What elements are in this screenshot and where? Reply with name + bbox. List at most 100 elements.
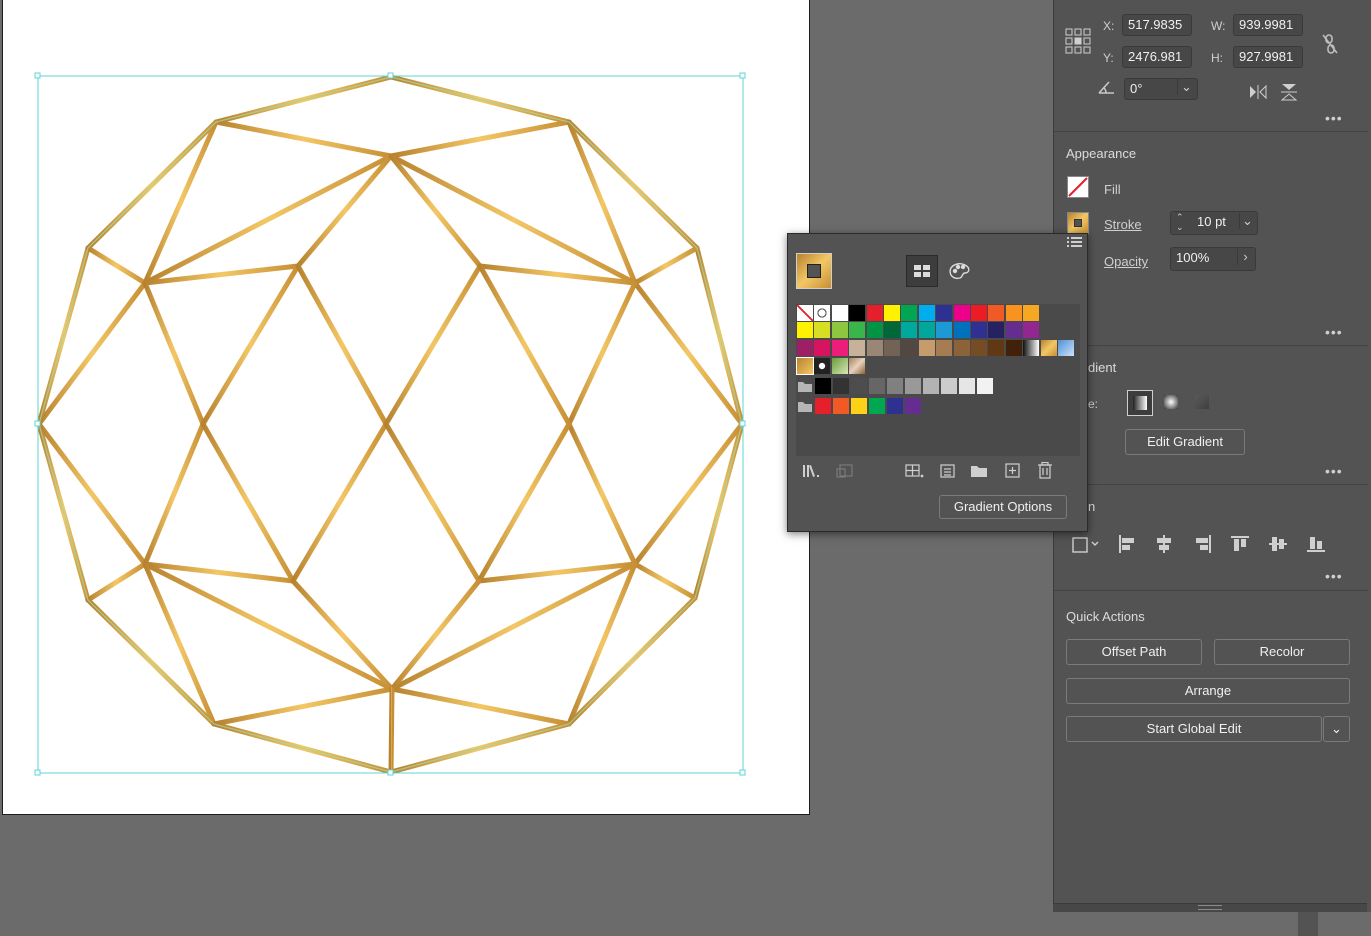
swatch[interactable]: [953, 305, 970, 321]
stroke-weight-field[interactable]: ⌃ ⌄ 10 pt ⌄: [1170, 211, 1258, 235]
align-center-icon[interactable]: [1153, 533, 1175, 555]
swatch[interactable]: [1005, 322, 1022, 338]
swatch[interactable]: [901, 322, 918, 338]
artwork-stroke[interactable]: [632, 245, 700, 286]
opacity-field[interactable]: 100% ›: [1170, 247, 1256, 271]
align-middle-icon[interactable]: [1267, 533, 1289, 555]
swatch[interactable]: [971, 340, 987, 356]
artwork-stroke[interactable]: [566, 421, 638, 567]
swatch[interactable]: [1005, 340, 1022, 356]
swatch[interactable]: [887, 398, 903, 414]
stroke-swatch-icon[interactable]: [1067, 212, 1089, 234]
swatch[interactable]: [1005, 305, 1022, 321]
opacity-label[interactable]: Opacity: [1104, 254, 1148, 269]
folder-icon[interactable]: [797, 378, 813, 394]
linear-gradient-icon[interactable]: [1127, 390, 1153, 416]
swatch[interactable]: [936, 305, 953, 321]
swatches-view-icon[interactable]: [906, 255, 938, 287]
geodesic-sphere-artwork[interactable]: [3, 0, 811, 816]
swatch[interactable]: [833, 398, 849, 414]
swatch[interactable]: [953, 340, 970, 356]
artwork-stroke[interactable]: [142, 280, 206, 427]
swatch[interactable]: [866, 305, 883, 321]
artwork-stroke[interactable]: [388, 153, 483, 269]
swatch[interactable]: [959, 378, 975, 394]
delete-icon[interactable]: [1037, 461, 1053, 482]
swatch[interactable]: [869, 378, 885, 394]
swatch[interactable]: [851, 398, 867, 414]
swatch[interactable]: [815, 378, 831, 394]
artwork-stroke[interactable]: [142, 119, 219, 286]
artwork-stroke[interactable]: [142, 421, 206, 567]
stepper-icon[interactable]: ⌃ ⌄: [1176, 212, 1184, 232]
artwork-stroke[interactable]: [295, 153, 394, 269]
edit-gradient-button[interactable]: Edit Gradient: [1125, 429, 1245, 455]
swatch[interactable]: [884, 322, 900, 338]
artwork-stroke[interactable]: [566, 561, 638, 727]
swatch[interactable]: [831, 358, 848, 374]
swatch[interactable]: [918, 305, 935, 321]
swatch[interactable]: [971, 322, 987, 338]
swatch[interactable]: [918, 322, 935, 338]
swatch[interactable]: [1023, 305, 1040, 321]
swatch[interactable]: [831, 322, 848, 338]
swatch-library-icon[interactable]: [802, 463, 822, 482]
rotate-angle-dropdown[interactable]: 0° ⌄: [1124, 78, 1198, 100]
global-edit-options-button[interactable]: ⌄: [1323, 716, 1350, 742]
show-kinds-icon[interactable]: [905, 463, 925, 482]
swatch[interactable]: [971, 305, 987, 321]
align-right-icon[interactable]: [1192, 533, 1214, 555]
swatch[interactable]: [797, 305, 813, 321]
swatch[interactable]: [869, 398, 885, 414]
swatch[interactable]: [797, 340, 813, 356]
artwork-stroke[interactable]: [200, 263, 301, 427]
swatch[interactable]: [797, 322, 813, 338]
artwork-stroke[interactable]: [632, 421, 745, 567]
align-bottom-icon[interactable]: [1305, 533, 1327, 555]
artwork-stroke[interactable]: [477, 263, 572, 427]
radial-gradient-icon[interactable]: [1159, 390, 1185, 416]
appearance-more-options-icon[interactable]: •••: [1325, 324, 1343, 340]
swatch[interactable]: [866, 340, 883, 356]
artwork-stroke[interactable]: [566, 280, 638, 427]
swatch[interactable]: [1023, 340, 1040, 356]
artwork-stroke[interactable]: [36, 421, 148, 567]
swatch[interactable]: [833, 378, 849, 394]
swatch[interactable]: [851, 378, 867, 394]
swatch[interactable]: [936, 340, 953, 356]
flip-vertical-icon[interactable]: [1280, 82, 1298, 102]
align-top-icon[interactable]: [1229, 533, 1251, 555]
freeform-gradient-icon[interactable]: [1190, 390, 1216, 416]
x-field[interactable]: 517.9835: [1122, 14, 1192, 36]
swatch[interactable]: [849, 305, 866, 321]
swatch[interactable]: [849, 340, 866, 356]
swatch[interactable]: [1040, 340, 1057, 356]
place-swatch-icon[interactable]: [836, 463, 854, 482]
swatch[interactable]: [814, 358, 831, 374]
y-field[interactable]: 2476.981: [1122, 46, 1192, 68]
align-more-options-icon[interactable]: •••: [1325, 568, 1343, 584]
align-left-icon[interactable]: [1116, 533, 1138, 555]
gradient-more-options-icon[interactable]: •••: [1325, 463, 1343, 479]
panel-resize-grip[interactable]: [1198, 905, 1222, 910]
swatch[interactable]: [923, 378, 939, 394]
swatch[interactable]: [814, 340, 831, 356]
swatch[interactable]: [831, 305, 848, 321]
reference-point-icon[interactable]: [1065, 28, 1091, 54]
swatch[interactable]: [796, 357, 814, 375]
align-to-icon[interactable]: [1069, 534, 1101, 556]
offset-path-button[interactable]: Offset Path: [1066, 639, 1202, 665]
swatch[interactable]: [941, 378, 957, 394]
swatch[interactable]: [901, 340, 918, 356]
stroke-label[interactable]: Stroke: [1104, 217, 1142, 232]
height-field[interactable]: 927.9981: [1233, 46, 1303, 68]
artwork-stroke[interactable]: [388, 686, 395, 775]
artwork-stroke[interactable]: [632, 561, 698, 601]
artwork-stroke[interactable]: [85, 561, 148, 603]
swatch[interactable]: [1058, 340, 1074, 356]
swatch[interactable]: [849, 322, 866, 338]
swatch[interactable]: [831, 340, 848, 356]
swatch[interactable]: [815, 398, 831, 414]
fill-none-icon[interactable]: [1067, 176, 1089, 198]
swatch[interactable]: [988, 340, 1005, 356]
